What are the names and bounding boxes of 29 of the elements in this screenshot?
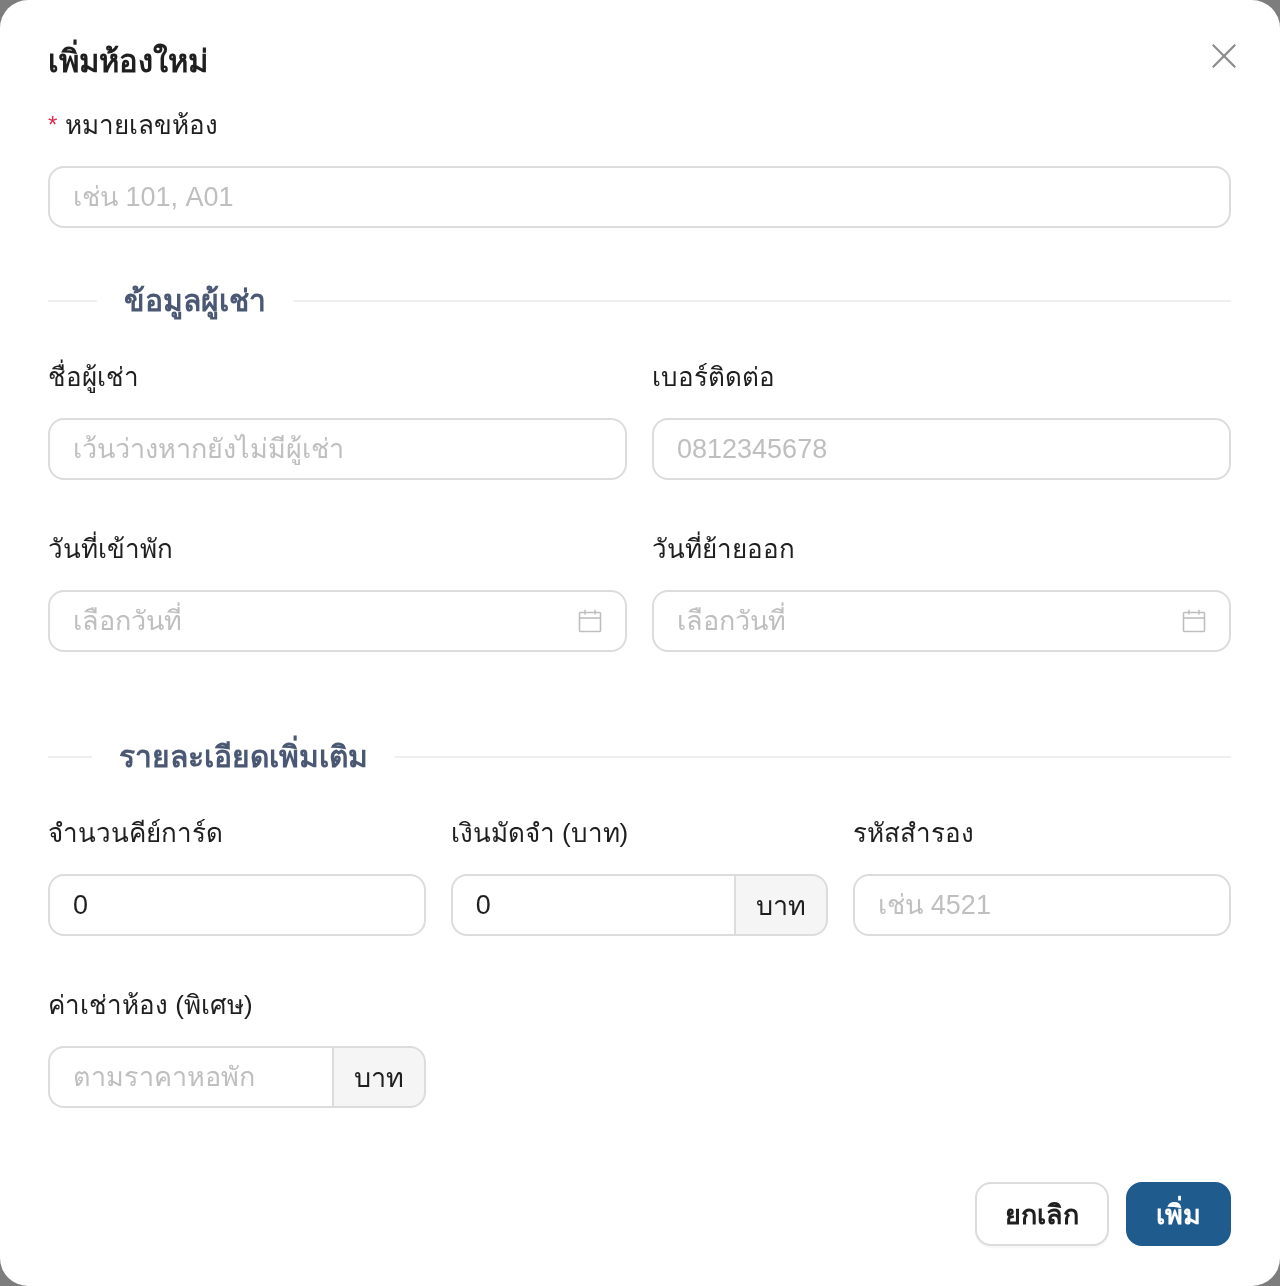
input-field[interactable]: 0 bbox=[450, 874, 735, 936]
dialog-title: เพิ่มห้องใหม่ bbox=[48, 40, 208, 84]
field-label: ชื่อผู้เช่า bbox=[48, 359, 139, 395]
field-label: เงินมัดจำ (บาท) bbox=[450, 817, 629, 850]
field-label: วันที่ย้ายออก bbox=[652, 531, 795, 567]
field-label: ค่าเช่าห้อง (พิเศษ) bbox=[48, 989, 253, 1022]
calendar-icon bbox=[578, 609, 602, 633]
input-field[interactable]: เว้นว่างหากยังไม่มีผู้เช่า bbox=[48, 418, 627, 480]
section-title: รายละเอียดเพิ่มเติม bbox=[92, 735, 395, 779]
field-label: หมายเลขห้อง bbox=[65, 109, 219, 142]
date-picker-field[interactable]: เลือกวันที่ bbox=[652, 590, 1231, 652]
input-field[interactable]: 0 bbox=[48, 874, 426, 936]
unit-addon: บาท bbox=[331, 1046, 426, 1108]
add-button[interactable]: เพิ่ม bbox=[1126, 1182, 1231, 1246]
field-label: เบอร์ติดต่อ bbox=[652, 361, 775, 394]
field-label: วันที่เข้าพัก bbox=[48, 531, 173, 567]
field-label: รหัสสำรอง bbox=[853, 817, 975, 850]
calendar-icon bbox=[1182, 609, 1206, 633]
input-field[interactable]: 0812345678 bbox=[652, 418, 1231, 480]
date-picker-field[interactable]: เลือกวันที่ bbox=[48, 590, 627, 652]
cancel-button[interactable]: ยกเลิก bbox=[975, 1182, 1109, 1246]
section-title: ข้อมูลผู้เช่า bbox=[97, 279, 294, 323]
input-field[interactable]: เช่น 4521 bbox=[853, 874, 1231, 936]
input-field[interactable]: เช่น 101, A01 bbox=[48, 166, 1231, 228]
required-asterisk: * bbox=[48, 110, 58, 140]
field-label: จำนวนคีย์การ์ด bbox=[48, 817, 223, 850]
input-field[interactable]: ตามราคาหอพัก bbox=[48, 1046, 332, 1108]
unit-addon: บาท bbox=[734, 874, 829, 936]
close-icon[interactable] bbox=[1212, 44, 1236, 68]
